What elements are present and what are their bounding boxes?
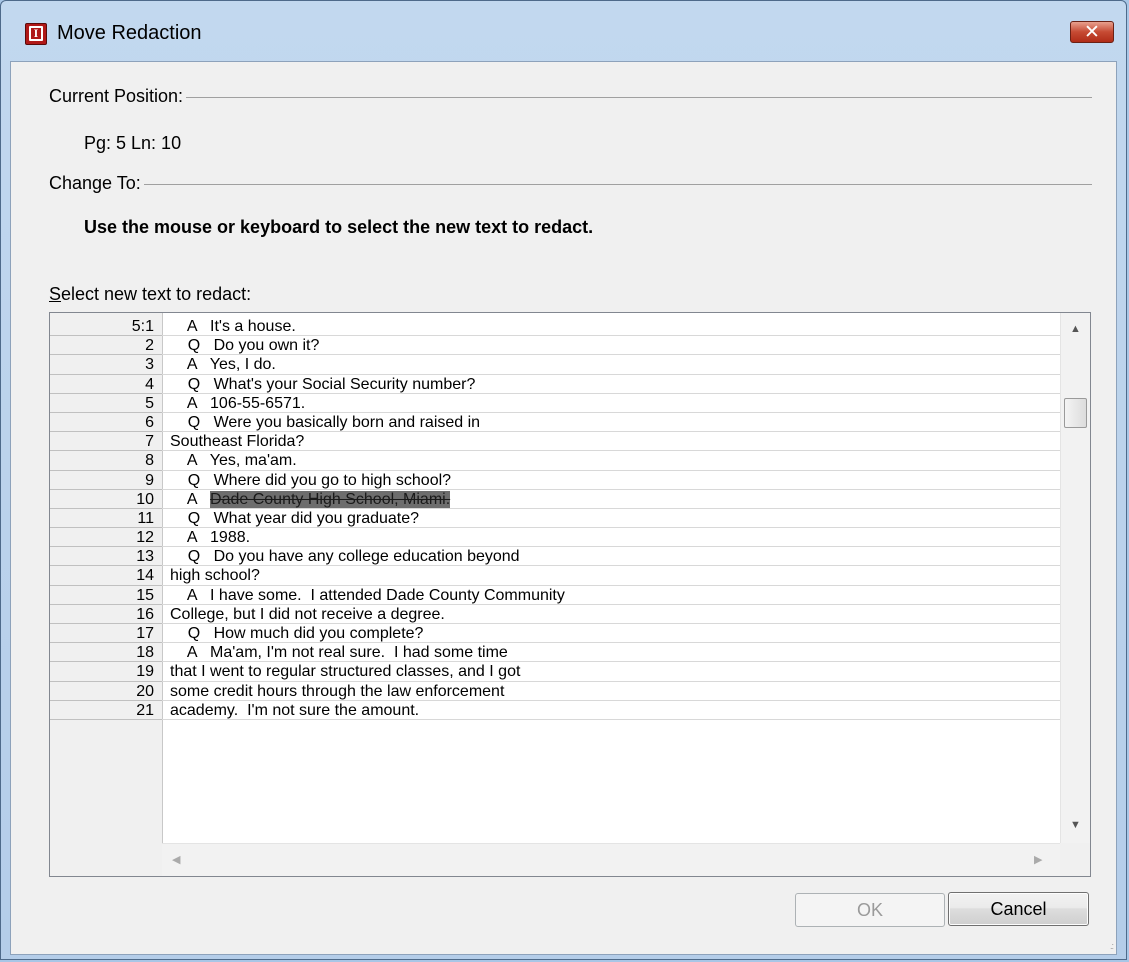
transcript-line[interactable]: 16 College, but I did not receive a degre…: [50, 605, 1060, 624]
gutter-rule: [50, 718, 162, 720]
current-position-value: Pg: 5 Ln: 10: [84, 133, 182, 153]
line-number: 8: [145, 452, 154, 470]
transcript-line[interactable]: 5:1 A It's a house.: [50, 317, 1060, 337]
line-number: 13: [136, 548, 154, 566]
ok-button[interactable]: OK: [795, 893, 945, 927]
line-number: 4: [145, 375, 154, 393]
transcript-line[interactable]: 8 A Yes, ma'am.: [50, 451, 1060, 471]
line-number: 11: [137, 509, 154, 527]
app-logo-icon: I: [25, 23, 47, 45]
line-text[interactable]: A 106-55-6571.: [170, 394, 305, 413]
transcript-line[interactable]: 13 Q Do you have any college education b…: [50, 547, 1060, 567]
line-number: 18: [136, 644, 154, 662]
transcript-line[interactable]: 11 Q What year did you graduate?: [50, 509, 1060, 529]
line-number: 5:1: [131, 318, 154, 335]
horizontal-scrollbar[interactable]: ◀ ▶: [162, 843, 1060, 876]
dialog-body: Current Position: Pg: 5 Ln: 10 Change To…: [10, 61, 1117, 955]
line-text[interactable]: Southeast Florida?: [170, 432, 304, 451]
vertical-scrollbar[interactable]: ▲ ▼: [1060, 313, 1090, 843]
line-text[interactable]: Q How much did you complete?: [170, 624, 424, 643]
line-prefix: A: [170, 490, 211, 508]
line-text[interactable]: high school?: [170, 566, 260, 585]
resize-grip-icon[interactable]: .:: [1110, 941, 1114, 951]
transcript-line[interactable]: 19 that I went to regular structured clas…: [50, 662, 1060, 682]
line-text[interactable]: academy. I'm not sure the amount.: [170, 701, 419, 720]
gutter-footer: [50, 843, 162, 876]
dialog-window: I Move Redaction ✕ Current Position: Pg:…: [0, 0, 1127, 960]
line-number: 12: [136, 529, 154, 547]
scroll-left-icon[interactable]: ◀: [172, 854, 180, 866]
line-number: 9: [145, 471, 154, 489]
redacted-text[interactable]: Dade County High School, Miami.: [210, 490, 451, 508]
line-text[interactable]: that I went to regular structured classe…: [170, 662, 520, 681]
current-position-label: Current Position:: [49, 86, 187, 107]
transcript-line[interactable]: 10 A Dade County High School, Miami.: [50, 490, 1060, 509]
transcript-line[interactable]: 2 Q Do you own it?: [50, 336, 1060, 356]
transcript-line[interactable]: 17 Q How much did you complete?: [50, 624, 1060, 644]
title-bar[interactable]: I Move Redaction ✕: [1, 1, 1126, 61]
line-number: 6: [145, 413, 154, 431]
line-number: 7: [145, 433, 154, 451]
line-number: 19: [136, 663, 154, 681]
transcript-line[interactable]: 12 A 1988.: [50, 528, 1060, 548]
current-position-divider: [49, 97, 1092, 98]
line-text[interactable]: Q What's your Social Security number?: [170, 375, 476, 394]
transcript-lines[interactable]: 5:1 A It's a house. 2 Q Do you own it? 3 A…: [50, 317, 1060, 720]
window-title: Move Redaction: [57, 22, 202, 44]
close-button[interactable]: ✕: [1070, 21, 1114, 43]
line-text[interactable]: Q Do you have any college education beyo…: [170, 547, 520, 566]
line-text[interactable]: Q What year did you graduate?: [170, 509, 419, 528]
transcript-line[interactable]: 4 Q What's your Social Security number?: [50, 375, 1060, 394]
line-text[interactable]: A 1988.: [170, 528, 250, 547]
transcript-line[interactable]: 18 A Ma'am, I'm not real sure. I had som…: [50, 643, 1060, 663]
transcript-line[interactable]: 20 some credit hours through the law enfo…: [50, 682, 1060, 701]
line-text[interactable]: Q Do you own it?: [170, 336, 320, 355]
line-text[interactable]: A Dade County High School, Miami.: [170, 490, 451, 509]
cancel-button[interactable]: Cancel: [948, 892, 1089, 926]
change-to-label: Change To:: [49, 173, 144, 194]
line-number: 14: [136, 567, 154, 585]
line-number: 16: [136, 605, 154, 623]
transcript-line[interactable]: 6 Q Were you basically born and raised i…: [50, 413, 1060, 433]
line-rule: [50, 718, 1060, 720]
line-text[interactable]: some credit hours through the law enforc…: [170, 682, 504, 701]
scroll-up-icon[interactable]: ▲: [1070, 323, 1081, 335]
line-text[interactable]: A I have some. I attended Dade County Co…: [170, 586, 565, 605]
line-text[interactable]: A Yes, ma'am.: [170, 451, 297, 470]
line-text[interactable]: Q Were you basically born and raised in: [170, 413, 480, 432]
transcript-line[interactable]: 9 Q Where did you go to high school?: [50, 471, 1060, 490]
transcript-line[interactable]: 21 academy. I'm not sure the amount.: [50, 701, 1060, 720]
line-number: 2: [145, 337, 154, 355]
line-number: 21: [136, 701, 154, 719]
close-icon: ✕: [1084, 21, 1100, 43]
transcript-line[interactable]: 3 A Yes, I do.: [50, 355, 1060, 375]
transcript-line[interactable]: 15 A I have some. I attended Dade County…: [50, 586, 1060, 605]
select-text-label-rest: elect new text to redact:: [61, 284, 252, 304]
select-text-label: Select new text to redact:: [49, 284, 251, 305]
line-number: 15: [136, 586, 154, 604]
line-number: 3: [145, 356, 154, 374]
line-number: 10: [136, 490, 154, 508]
line-text[interactable]: Q Where did you go to high school?: [170, 471, 451, 490]
transcript-text-area[interactable]: 5:1 A It's a house. 2 Q Do you own it? 3 A…: [49, 312, 1091, 877]
change-to-divider: [49, 184, 1092, 185]
transcript-line[interactable]: 7 Southeast Florida?: [50, 432, 1060, 452]
line-number: 5: [145, 394, 154, 412]
line-number: 17: [136, 625, 154, 642]
line-text[interactable]: College, but I did not receive a degree.: [170, 605, 445, 624]
vertical-scroll-thumb[interactable]: [1064, 398, 1087, 428]
instruction-text: Use the mouse or keyboard to select the …: [84, 217, 594, 237]
line-text[interactable]: A It's a house.: [170, 317, 296, 336]
line-text[interactable]: A Ma'am, I'm not real sure. I had some t…: [170, 643, 508, 662]
transcript-line[interactable]: 14 high school?: [50, 566, 1060, 586]
line-number: 20: [136, 682, 154, 700]
transcript-line[interactable]: 5 A 106-55-6571.: [50, 394, 1060, 413]
scroll-right-icon[interactable]: ▶: [1034, 854, 1042, 866]
scroll-down-icon[interactable]: ▼: [1070, 819, 1081, 831]
line-text[interactable]: A Yes, I do.: [170, 355, 276, 374]
scroll-corner: [1060, 843, 1090, 876]
accesskey-letter: S: [49, 284, 62, 304]
